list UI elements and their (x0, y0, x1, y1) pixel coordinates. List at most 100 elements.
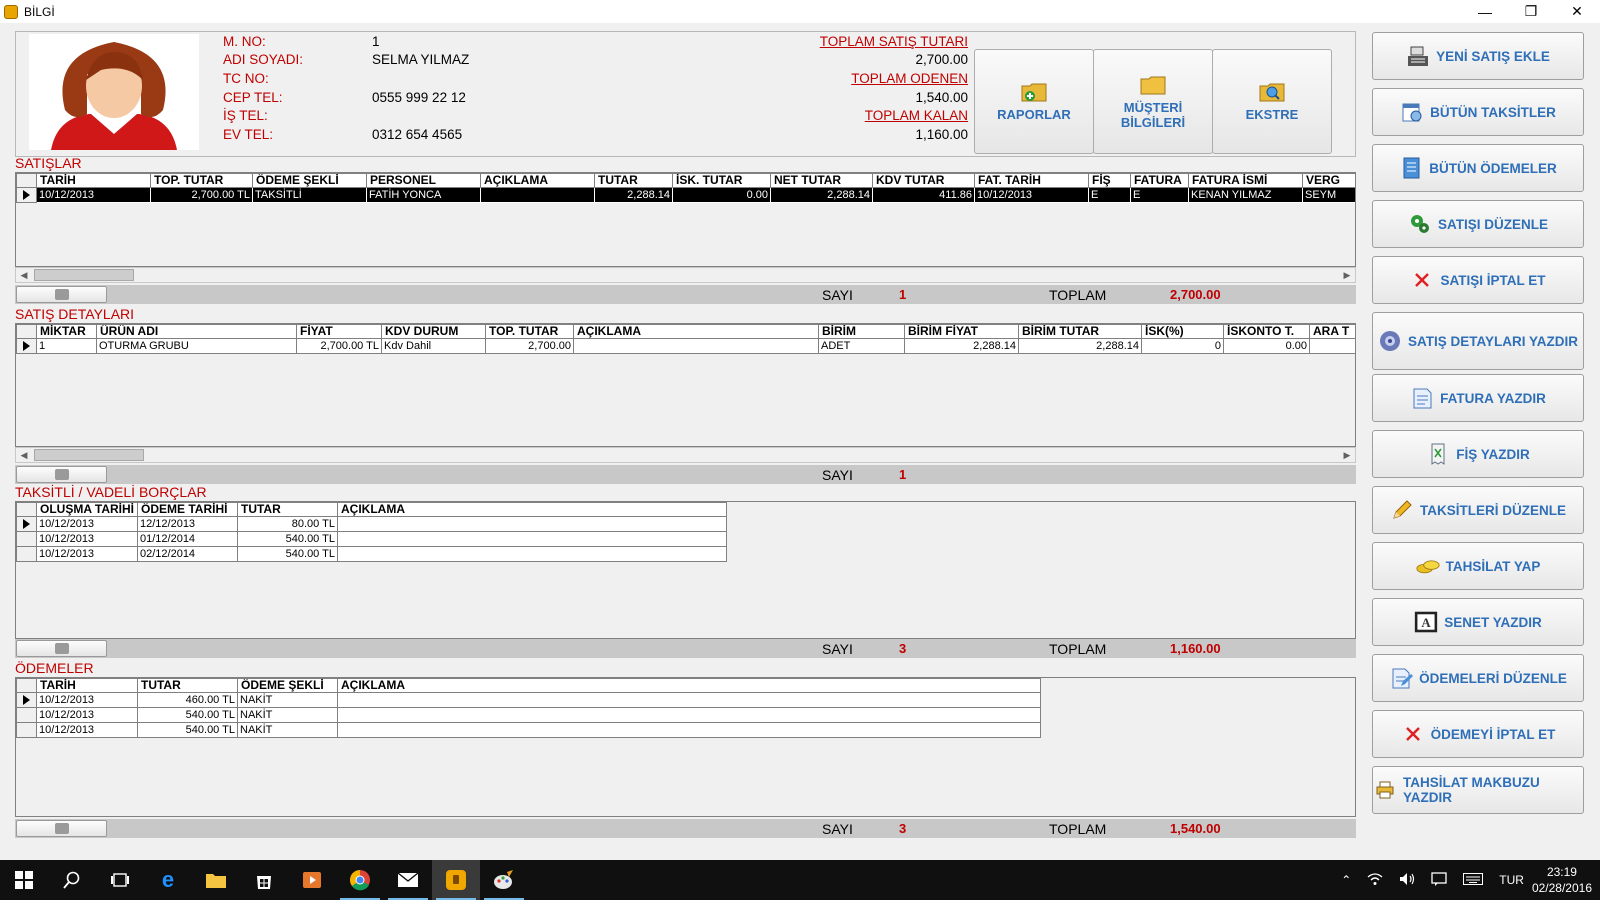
table-cell[interactable] (1309, 338, 1355, 354)
details-column-header[interactable]: İSK(%) (1141, 324, 1224, 339)
details-column-header[interactable]: BİRİM FİYAT (904, 324, 1019, 339)
sales-column-header[interactable]: NET TUTAR (770, 173, 873, 188)
store-icon[interactable] (240, 860, 288, 900)
table-row[interactable]: 10/12/2013 12/12/2013 80.00 TL (16, 516, 727, 532)
table-cell[interactable] (337, 722, 1041, 738)
table-cell[interactable]: 01/12/2014 (137, 531, 238, 547)
table-row[interactable]: 10/12/2013 540.00 TL NAKİT (16, 722, 1041, 738)
table-cell[interactable] (573, 338, 819, 354)
table-row[interactable]: 10/12/2013 540.00 TL NAKİT (16, 707, 1041, 723)
side-button-tahsi-lat-yap[interactable]: TAHSİLAT YAP (1372, 542, 1584, 590)
sales-column-header[interactable]: FAT. TARİH (974, 173, 1089, 188)
side-button-demeleri-d-zenle[interactable]: ÖDEMELERİ DÜZENLE (1372, 654, 1584, 702)
table-cell[interactable]: 0.00 (1223, 338, 1310, 354)
table-cell[interactable] (337, 516, 727, 532)
sales-column-header[interactable]: AÇIKLAMA (480, 173, 595, 188)
table-cell[interactable] (337, 546, 727, 562)
search-icon[interactable] (48, 860, 96, 900)
details-column-header[interactable]: FİYAT (296, 324, 382, 339)
side-button-demeyi-i-ptal-et[interactable]: ÖDEMEYİ İPTAL ET (1372, 710, 1584, 758)
table-cell[interactable] (480, 187, 595, 203)
maximize-button[interactable]: ❐ (1508, 0, 1554, 23)
details-column-header[interactable]: BİRİM TUTAR (1018, 324, 1142, 339)
table-cell[interactable]: 02/12/2014 (137, 546, 238, 562)
table-cell[interactable] (337, 692, 1041, 708)
side-button-sati-detaylari-yazdir[interactable]: SATIŞ DETAYLARI YAZDIR (1372, 312, 1584, 370)
table-row[interactable]: 1 OTURMA GRUBU 2,700.00 TL Kdv Dahil 2,700.0… (16, 338, 1355, 354)
table-cell[interactable]: 2,700.00 TL (296, 338, 382, 354)
scroll-left-icon[interactable]: ◀ (16, 448, 32, 462)
sales-column-header[interactable]: PERSONEL (366, 173, 481, 188)
details-column-header[interactable]: ARA T (1309, 324, 1355, 339)
row-selector[interactable] (16, 531, 37, 547)
sales-horizontal-scrollbar[interactable]: ◀ ▶ (15, 267, 1356, 283)
table-cell[interactable]: E (1130, 187, 1189, 203)
details-print-button[interactable] (16, 466, 107, 483)
installments-print-button[interactable] (16, 640, 107, 657)
side-button-fi-yazdir[interactable]: FİŞ YAZDIR (1372, 430, 1584, 478)
table-cell[interactable] (337, 531, 727, 547)
side-button-senet-yazdir[interactable]: A SENET YAZDIR (1372, 598, 1584, 646)
scroll-right-icon[interactable]: ▶ (1339, 448, 1355, 462)
file-explorer-icon[interactable] (192, 860, 240, 900)
statement-button[interactable]: EKSTRE (1212, 49, 1332, 154)
payments-column-header[interactable]: ÖDEME ŞEKLİ (237, 678, 338, 693)
details-column-header[interactable]: BİRİM (818, 324, 905, 339)
installments-column-header[interactable]: TUTAR (237, 502, 338, 517)
installments-column-header[interactable]: AÇIKLAMA (337, 502, 727, 517)
volume-icon[interactable] (1399, 872, 1415, 889)
sales-column-header[interactable]: VERG (1302, 173, 1355, 188)
table-row[interactable]: 10/12/2013 02/12/2014 540.00 TL (16, 546, 727, 562)
side-button-fatura-yazdir[interactable]: FATURA YAZDIR (1372, 374, 1584, 422)
table-cell[interactable]: 540.00 TL (237, 531, 338, 547)
table-cell[interactable]: 80.00 TL (237, 516, 338, 532)
scroll-thumb[interactable] (34, 269, 134, 281)
details-column-header[interactable]: TOP. TUTAR (485, 324, 574, 339)
table-cell[interactable]: 0.00 (672, 187, 771, 203)
task-view-icon[interactable] (96, 860, 144, 900)
table-cell[interactable]: KENAN YILMAZ (1188, 187, 1303, 203)
sales-column-header[interactable]: TUTAR (594, 173, 673, 188)
table-cell[interactable]: SEYM (1302, 187, 1355, 203)
table-cell[interactable]: 2,700.00 (485, 338, 574, 354)
side-button-yeni-sati-ekle[interactable]: YENİ SATIŞ EKLE (1372, 32, 1584, 80)
side-button-tahsi-lat-makbuzu-yazdir[interactable]: TAHSİLAT MAKBUZU YAZDIR (1372, 766, 1584, 814)
side-button-b-t-n-taksi-tler[interactable]: BÜTÜN TAKSİTLER (1372, 88, 1584, 136)
sales-column-header[interactable]: ÖDEME ŞEKLİ (252, 173, 367, 188)
details-column-header[interactable]: İSKONTO T. (1223, 324, 1310, 339)
row-selector[interactable] (16, 546, 37, 562)
sales-print-button[interactable] (16, 286, 107, 303)
details-horizontal-scrollbar[interactable]: ◀ ▶ (15, 447, 1356, 463)
table-cell[interactable]: 2,288.14 (904, 338, 1019, 354)
table-cell[interactable]: E (1088, 187, 1131, 203)
payments-print-button[interactable] (16, 820, 107, 837)
keyboard-icon[interactable] (1463, 872, 1484, 888)
table-cell[interactable]: 540.00 TL (237, 546, 338, 562)
table-row[interactable]: 10/12/2013 460.00 TL NAKİT (16, 692, 1041, 708)
table-cell[interactable]: ADET (818, 338, 905, 354)
details-column-header[interactable]: ÜRÜN ADI (96, 324, 297, 339)
close-button[interactable]: ✕ (1554, 0, 1600, 23)
table-cell[interactable]: Kdv Dahil (381, 338, 486, 354)
table-cell[interactable]: 411.86 (872, 187, 975, 203)
clock[interactable]: 23:19 02/28/2016 (1532, 864, 1592, 896)
payments-column-header[interactable]: AÇIKLAMA (337, 678, 1041, 693)
row-selector[interactable] (16, 338, 37, 354)
notifications-icon[interactable] (1431, 871, 1447, 889)
language-indicator[interactable]: TUR (1499, 873, 1524, 887)
table-cell[interactable]: 2,288.14 (1018, 338, 1142, 354)
payments-column-header[interactable]: TARİH (36, 678, 138, 693)
scroll-thumb[interactable] (34, 449, 144, 461)
reports-button[interactable]: RAPORLAR (974, 49, 1094, 154)
row-selector[interactable] (16, 516, 37, 532)
table-cell[interactable]: 2,288.14 (770, 187, 873, 203)
table-cell[interactable]: NAKİT (237, 692, 338, 708)
details-column-header[interactable]: KDV DURUM (381, 324, 486, 339)
sales-column-header[interactable]: TOP. TUTAR (150, 173, 253, 188)
scroll-right-icon[interactable]: ▶ (1339, 268, 1355, 282)
table-cell[interactable]: 460.00 TL (137, 692, 238, 708)
sales-column-header[interactable]: KDV TUTAR (872, 173, 975, 188)
network-icon[interactable] (1367, 872, 1383, 889)
sales-column-header[interactable]: FATURA (1130, 173, 1189, 188)
table-cell[interactable]: 540.00 TL (137, 722, 238, 738)
